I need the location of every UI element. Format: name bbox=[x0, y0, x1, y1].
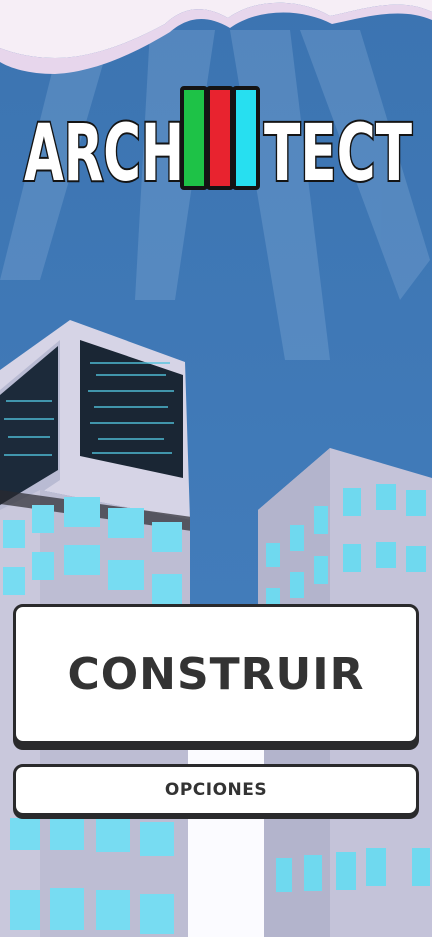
logo-i-bars-icon bbox=[180, 86, 260, 190]
logo-bar-cyan bbox=[232, 86, 260, 190]
logo-text-right: TECT bbox=[264, 109, 412, 199]
logo-bar-red bbox=[206, 86, 234, 190]
build-button-label: CONSTRUIR bbox=[67, 648, 365, 700]
logo-text-left: ARCH bbox=[24, 109, 184, 199]
game-logo: ARCH TECT bbox=[22, 86, 414, 201]
options-button[interactable]: OPCIONES bbox=[13, 764, 419, 816]
options-button-label: OPCIONES bbox=[164, 780, 268, 800]
logo-bar-green bbox=[180, 86, 208, 190]
build-button[interactable]: CONSTRUIR bbox=[13, 604, 419, 744]
